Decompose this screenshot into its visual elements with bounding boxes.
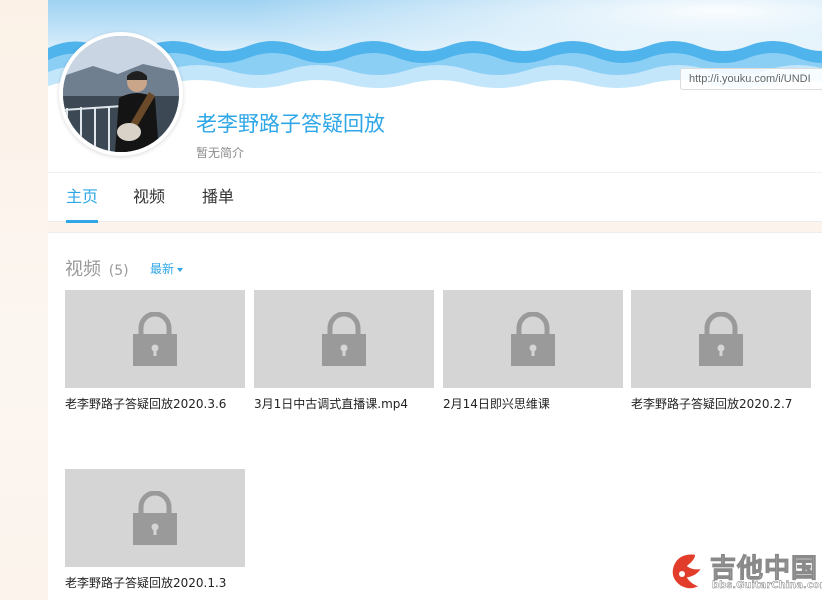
video-card[interactable]: 老李野路子答疑回放2020.2.7 [631,290,811,412]
section-title: 视频 (5) [65,255,129,281]
lock-icon [511,312,555,366]
video-title[interactable]: 老李野路子答疑回放2020.2.7 [631,395,811,412]
video-title[interactable]: 2月14日即兴思维课 [443,395,623,412]
lock-icon [322,312,366,366]
channel-tabs: 主页 视频 播单 [48,172,822,223]
guitar-china-logo-icon [671,553,704,590]
video-card[interactable]: 老李野路子答疑回放2020.3.6 [65,290,245,412]
video-card[interactable]: 2月14日即兴思维课 [443,290,623,412]
section-title-text: 视频 [65,259,101,280]
lock-icon [699,312,743,366]
video-count: (5) [108,263,129,279]
video-thumbnail[interactable] [65,290,245,388]
video-card[interactable]: 老李野路子答疑回放2020.1.3 [65,469,245,591]
tab-playlists[interactable]: 播单 [202,173,234,223]
videos-panel: 视频 (5) 最新 老李野路子答疑回放2020.3.6 3月1日中古调式直播课.… [48,232,822,600]
video-thumbnail[interactable] [631,290,811,388]
tab-home[interactable]: 主页 [66,173,99,223]
lock-icon [133,312,177,366]
caret-down-icon [177,267,184,272]
video-title[interactable]: 老李野路子答疑回放2020.3.6 [65,395,245,412]
channel-url[interactable]: http://i.youku.com/i/UNDI [680,68,822,90]
site-watermark: 吉他中国 bbs.GuitarChina.com [668,548,822,596]
channel-bio: 暂无简介 [196,146,245,160]
video-card[interactable]: 3月1日中古调式直播课.mp4 [254,290,434,412]
watermark-en: bbs.GuitarChina.com [712,580,822,591]
tab-videos[interactable]: 视频 [133,173,165,223]
channel-name[interactable]: 老李野路子答疑回放 [196,108,385,138]
page-left-background [0,0,48,600]
avatar[interactable] [59,32,183,156]
sort-label: 最新 [150,262,175,276]
video-thumbnail[interactable] [254,290,434,388]
video-title[interactable]: 老李野路子答疑回放2020.1.3 [65,574,245,591]
sort-dropdown[interactable]: 最新 [150,260,184,277]
video-thumbnail[interactable] [65,469,245,567]
video-title[interactable]: 3月1日中古调式直播课.mp4 [254,395,434,412]
channel-header: http://i.youku.com/i/UNDI 老李野路子答疑回放 暂无简介… [48,0,822,223]
lock-icon [133,491,177,545]
video-thumbnail[interactable] [443,290,623,388]
